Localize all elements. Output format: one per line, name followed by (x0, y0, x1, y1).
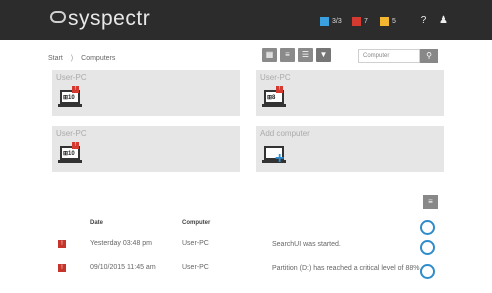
list-view-button[interactable]: ≡ (280, 48, 295, 62)
status-counter-yellow[interactable]: 5 (380, 16, 396, 28)
alert-badge: ! (72, 142, 79, 149)
alert-icon: ! (58, 240, 66, 248)
table-row[interactable]: ! 09/10/2015 11:45 am User-PC Partition … (54, 264, 444, 286)
tile-view-button[interactable]: ▦ (262, 48, 277, 62)
top-bar: syspectr 3/3 7 5 ? ♟ (0, 0, 492, 40)
computer-name: User-PC (56, 129, 87, 138)
search-input[interactable]: Computer (358, 49, 420, 63)
detail-view-button[interactable]: ☰ (298, 48, 313, 62)
computer-tile[interactable]: User-PC ⊞10 ! (52, 70, 240, 116)
row-select-circle[interactable] (420, 264, 435, 279)
search-icon: ⚲ (426, 51, 432, 60)
breadcrumb: Start) Computers (48, 55, 115, 62)
alert-badge: ! (276, 86, 283, 93)
help-icon[interactable]: ? (417, 14, 430, 27)
status-counter-label: 3/3 (332, 18, 342, 25)
filter-button[interactable]: ▼ (316, 48, 331, 62)
status-counter-blue[interactable]: 3/3 (320, 16, 342, 28)
alert-icon: ! (58, 264, 66, 272)
os-label: ⊞10 (63, 151, 75, 157)
table-row[interactable]: ! Yesterday 03:48 pm User-PC SearchUI wa… (54, 240, 444, 262)
search-button[interactable]: ⚲ (420, 49, 438, 63)
app-logo[interactable]: syspectr (50, 7, 150, 31)
event-date: Yesterday 03:48 pm (90, 240, 153, 247)
os-label: ⊞10 (63, 95, 75, 101)
logo-text: syspectr (68, 7, 151, 30)
breadcrumb-separator: ) (70, 55, 74, 62)
column-header-date[interactable]: Date (90, 220, 103, 226)
user-icon[interactable]: ♟ (437, 14, 450, 27)
status-counter-label: 5 (392, 18, 396, 25)
plus-icon: + (275, 150, 285, 167)
computer-tile[interactable]: User-PC ⊞10 ! (52, 126, 240, 172)
add-computer-tile[interactable]: Add computer + (256, 126, 444, 172)
alert-icon (352, 16, 361, 26)
add-computer-label: Add computer (260, 129, 310, 138)
status-counter-label: 7 (364, 18, 368, 25)
event-date: 09/10/2015 11:45 am (90, 264, 156, 271)
logo-icon (50, 11, 66, 23)
event-computer: User-PC (182, 240, 209, 247)
breadcrumb-current: Computers (81, 55, 116, 62)
event-message: SearchUI was started. (272, 241, 341, 248)
event-message: Partition (D:) has reached a critical le… (272, 265, 422, 272)
status-counter-red[interactable]: 7 (352, 16, 368, 28)
os-label: ⊞8 (267, 95, 276, 101)
computer-name: User-PC (260, 73, 291, 82)
alert-badge: ! (72, 86, 79, 93)
event-computer: User-PC (182, 264, 209, 271)
column-header-computer[interactable]: Computer (182, 220, 210, 226)
list-options-button[interactable]: ≡ (423, 195, 438, 209)
computer-name: User-PC (56, 73, 87, 82)
row-select-circle[interactable] (420, 240, 435, 255)
select-all-circle[interactable] (420, 220, 435, 235)
computer-tile[interactable]: User-PC ⊞8 ! (256, 70, 444, 116)
windows-icon (320, 16, 329, 26)
warning-icon (380, 16, 389, 26)
breadcrumb-start[interactable]: Start (48, 55, 63, 62)
